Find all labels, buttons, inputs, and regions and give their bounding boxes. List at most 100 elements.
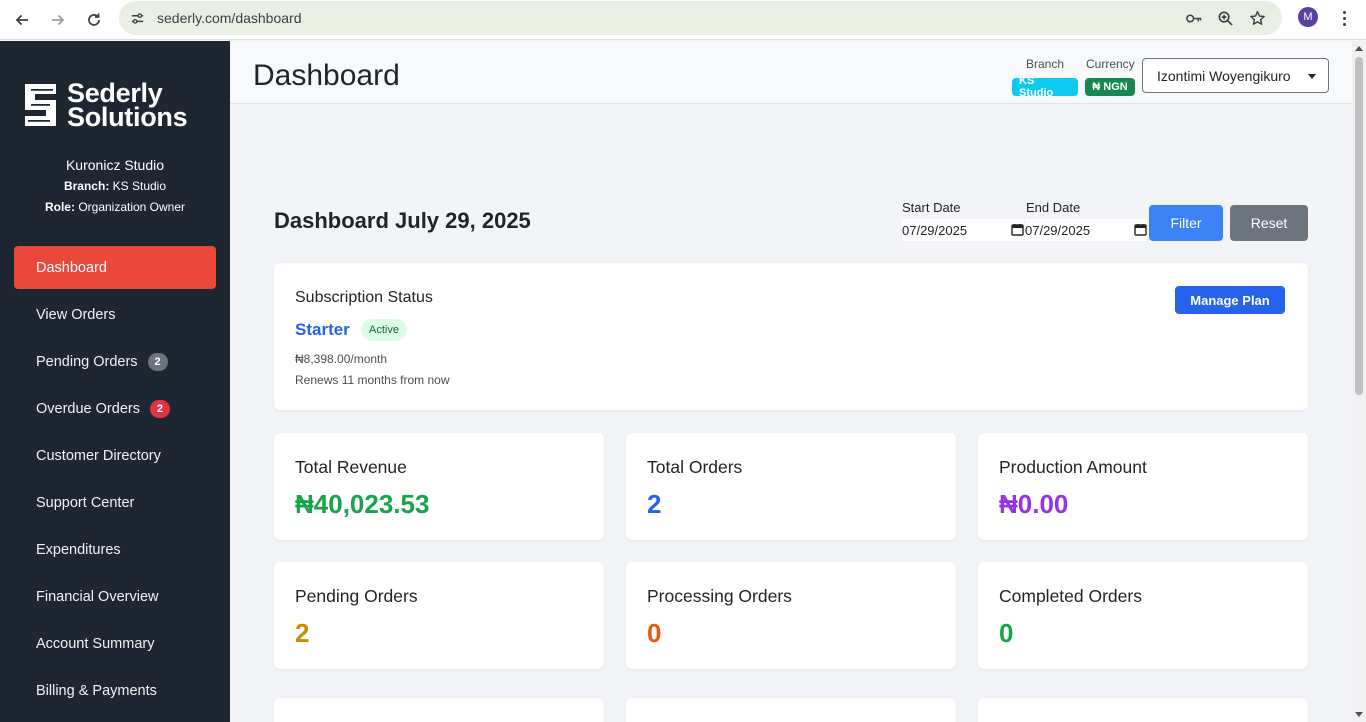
plan-name: Starter — [295, 320, 350, 339]
sidebar-item-label: Expenditures — [36, 541, 121, 558]
calendar-icon[interactable] — [1011, 223, 1024, 236]
reload-button[interactable] — [80, 6, 108, 34]
page-title: Dashboard — [253, 59, 400, 92]
sidebar-item-label: Billing & Payments — [36, 682, 157, 699]
pending-count-badge: 2 — [147, 352, 168, 371]
scroll-down-icon[interactable] — [1355, 712, 1363, 717]
plan-price: ₦8,398.00/month — [295, 352, 388, 366]
profile-avatar[interactable]: M — [1298, 7, 1318, 27]
start-date-input[interactable]: 07/29/2025 — [902, 219, 1024, 241]
stat-value: 0 — [647, 618, 662, 648]
stat-card-partial — [626, 698, 956, 722]
stat-label: Pending Orders — [295, 586, 418, 606]
brand-name: Sederly Solutions — [67, 80, 188, 132]
role-label: Role: — [44, 200, 75, 214]
sidebar-item-label: Financial Overview — [36, 588, 159, 605]
sidebar-item-overdue-orders[interactable]: Overdue Orders 2 — [14, 387, 216, 430]
end-date-value: 07/29/2025 — [1025, 222, 1091, 238]
page-scrollbar[interactable] — [1352, 41, 1366, 722]
forward-button[interactable] — [44, 6, 72, 34]
scrollbar-thumb[interactable] — [1355, 57, 1363, 395]
stat-value: ₦0.00 — [999, 489, 1069, 519]
subscription-heading: Subscription Status — [295, 289, 433, 306]
subscription-card: Subscription Status Starter Active ₦8,39… — [274, 263, 1308, 410]
arrow-left-icon — [15, 14, 28, 26]
dashboard-heading: Dashboard July 29, 2025 — [274, 208, 531, 233]
brand-logo[interactable]: Sederly Solutions — [22, 80, 188, 132]
filter-button[interactable]: Filter — [1149, 205, 1223, 241]
sidebar: Sederly Solutions Kuronicz Studio Branch… — [0, 41, 230, 722]
sidebar-item-label: Customer Directory — [36, 447, 161, 464]
stat-card-production-amount: Production Amount ₦0.00 — [978, 433, 1308, 540]
sidebar-menu: Dashboard View Orders Pending Orders 2 Ov… — [14, 246, 216, 716]
password-key-icon[interactable] — [1184, 9, 1202, 27]
stat-card-total-orders: Total Orders 2 — [626, 433, 956, 540]
sidebar-item-financial-overview[interactable]: Financial Overview — [14, 575, 216, 618]
start-date-value: 07/29/2025 — [902, 222, 968, 238]
organization-branch: Branch: KS Studio — [0, 179, 230, 193]
scroll-up-icon[interactable] — [1355, 46, 1363, 51]
stat-value: ₦40,023.53 — [295, 489, 430, 519]
user-dropdown[interactable]: Izontimi Woyengikuro — [1142, 58, 1329, 93]
browser-menu-icon[interactable] — [1336, 8, 1352, 28]
branch-heading: Branch — [1026, 57, 1065, 71]
stat-card-pending-orders: Pending Orders 2 — [274, 562, 604, 669]
branch-value: KS Studio — [112, 179, 167, 193]
plan-renewal: Renews 11 months from now — [295, 373, 450, 387]
sidebar-item-label: View Orders — [36, 306, 116, 323]
calendar-icon[interactable] — [1134, 223, 1147, 236]
browser-toolbar: sederly.com/dashboard M — [0, 0, 1366, 40]
stat-label: Total Orders — [647, 457, 743, 477]
stat-label: Production Amount — [999, 457, 1147, 477]
back-button[interactable] — [8, 6, 36, 34]
arrow-right-icon — [52, 14, 65, 26]
sidebar-item-label: Overdue Orders — [36, 400, 140, 417]
top-header: Dashboard Branch KS Studio Currency ₦ NG… — [230, 41, 1352, 104]
stat-card-completed-orders: Completed Orders 0 — [978, 562, 1308, 669]
site-settings-icon[interactable] — [128, 9, 146, 27]
start-date-label: Start Date — [902, 200, 961, 215]
sederly-logo-icon — [25, 84, 56, 126]
stat-value: 2 — [295, 618, 310, 648]
stat-label: Total Revenue — [295, 457, 407, 477]
sidebar-item-label: Support Center — [36, 494, 135, 511]
end-date-label: End Date — [1026, 200, 1081, 215]
stat-label: Completed Orders — [999, 586, 1142, 606]
stat-card-processing-orders: Processing Orders 0 — [626, 562, 956, 669]
overdue-count-badge: 2 — [149, 399, 170, 418]
stat-card-partial — [274, 698, 604, 722]
sidebar-item-label: Account Summary — [36, 635, 155, 652]
sidebar-item-expenditures[interactable]: Expenditures — [14, 528, 216, 571]
stat-card-total-revenue: Total Revenue ₦40,023.53 — [274, 433, 604, 540]
address-bar[interactable]: sederly.com/dashboard — [119, 1, 1282, 35]
plan-status-badge: Active — [361, 319, 407, 341]
reload-icon — [88, 13, 100, 26]
bookmark-star-icon[interactable] — [1248, 9, 1266, 27]
sidebar-item-dashboard[interactable]: Dashboard — [14, 246, 216, 289]
currency-badge: ₦ NGN — [1085, 78, 1135, 96]
sidebar-item-billing-payments[interactable]: Billing & Payments — [14, 669, 216, 712]
organization-role: Role: Organization Owner — [0, 200, 230, 214]
user-name: Izontimi Woyengikuro — [1157, 67, 1291, 84]
manage-plan-button[interactable]: Manage Plan — [1175, 286, 1285, 314]
brand-line-2: Solutions — [67, 102, 188, 132]
reset-button[interactable]: Reset — [1230, 205, 1308, 241]
url-text[interactable]: sederly.com/dashboard — [157, 10, 301, 26]
stat-label: Processing Orders — [647, 586, 792, 606]
sidebar-item-pending-orders[interactable]: Pending Orders 2 — [14, 340, 216, 383]
branch-label: Branch: — [63, 179, 110, 193]
branch-badge: KS Studio — [1012, 75, 1078, 99]
zoom-icon[interactable] — [1216, 9, 1234, 27]
caret-down-icon — [1308, 74, 1316, 79]
sidebar-item-account-summary[interactable]: Account Summary — [14, 622, 216, 665]
sidebar-item-support-center[interactable]: Support Center — [14, 481, 216, 524]
organization-name: Kuronicz Studio — [65, 157, 165, 173]
sidebar-item-view-orders[interactable]: View Orders — [14, 293, 216, 336]
sidebar-item-customer-directory[interactable]: Customer Directory — [14, 434, 216, 477]
sidebar-item-label: Pending Orders — [36, 353, 138, 370]
end-date-input[interactable]: 07/29/2025 — [1025, 219, 1147, 241]
stat-value: 2 — [647, 489, 662, 519]
stat-value: 0 — [999, 618, 1014, 648]
currency-heading: Currency — [1086, 57, 1135, 71]
sidebar-item-label: Dashboard — [36, 259, 107, 276]
